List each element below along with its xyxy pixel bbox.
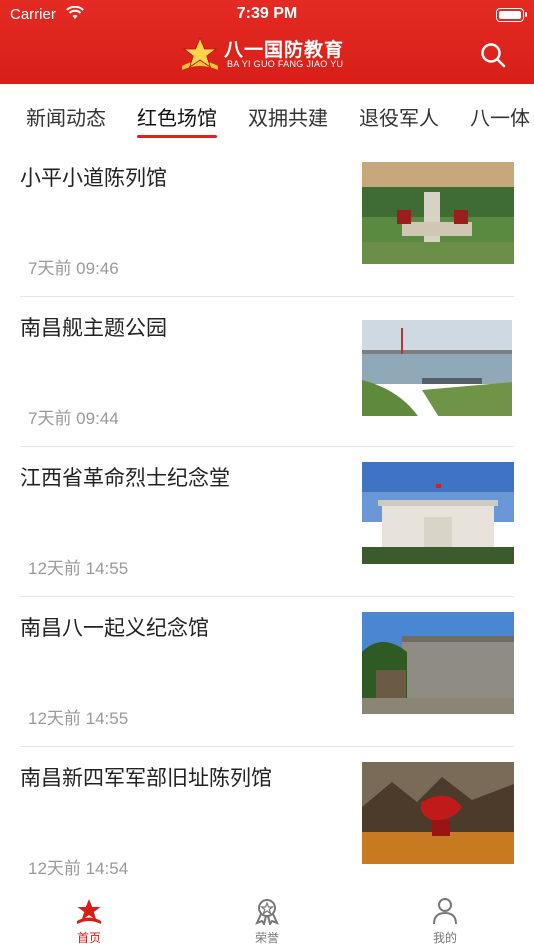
article-item[interactable]: 江西省革命烈士纪念堂 12天前 14:55 [20, 446, 514, 597]
medal-icon [255, 899, 279, 925]
article-time: 12天前 14:55 [28, 709, 129, 728]
article-item[interactable]: 南昌舰主题公园 7天前 09:44 [20, 296, 514, 447]
article-title: 南昌八一起义纪念馆 [20, 616, 209, 640]
article-title: 江西省革命烈士纪念堂 [20, 466, 230, 490]
article-title: 南昌舰主题公园 [20, 316, 167, 340]
tab-label: 首页 [76, 931, 101, 945]
tab-bayi-sports[interactable]: 八一体 [470, 102, 530, 131]
tab-label: 双拥共建 [248, 106, 328, 130]
logo-pinyin: BA YI GUO FANG JIAO YU [227, 59, 344, 69]
logo-title: 八一国防教育 [224, 39, 345, 61]
active-tab-indicator [137, 135, 217, 138]
article-thumbnail [362, 612, 514, 714]
article-time: 7天前 09:44 [28, 409, 119, 428]
app-header: Carrier 7:39 PM 八一国防教育 BA YI GUO FANG JI… [0, 0, 534, 84]
profile-icon [433, 898, 457, 925]
home-star-icon [77, 899, 101, 924]
tab-label: 荣誉 [254, 931, 279, 945]
tab-label: 新闻动态 [26, 106, 106, 130]
article-title: 小平小道陈列馆 [20, 166, 167, 190]
article-title: 南昌新四军军部旧址陈列馆 [20, 766, 272, 790]
article-thumbnail [362, 462, 514, 564]
battery-icon [496, 8, 527, 22]
article-thumbnail [362, 320, 512, 416]
bottom-tab-bar: 首页 荣誉 我的 [0, 885, 534, 950]
star-emblem-icon [182, 36, 218, 70]
tab-label: 退役军人 [359, 106, 439, 130]
category-tabs: 新闻动态 红色场馆 双拥共建 退役军人 八一体 [0, 84, 534, 146]
article-thumbnail [362, 162, 514, 264]
status-bar: Carrier 7:39 PM [0, 4, 534, 26]
article-time: 12天前 14:54 [28, 859, 129, 878]
tab-mine[interactable]: 我的 [415, 897, 475, 946]
article-item[interactable]: 南昌八一起义纪念馆 12天前 14:55 [20, 596, 514, 747]
tab-news[interactable]: 新闻动态 [26, 102, 106, 131]
tab-honor[interactable]: 荣誉 [237, 897, 297, 946]
article-thumbnail [362, 762, 514, 864]
tab-double-support[interactable]: 双拥共建 [248, 102, 328, 131]
article-item[interactable]: 南昌新四军军部旧址陈列馆 12天前 14:54 [20, 746, 514, 897]
tab-home[interactable]: 首页 [59, 897, 119, 946]
tab-red-venues[interactable]: 红色场馆 [137, 102, 217, 138]
tab-label: 八一体 [470, 106, 530, 130]
article-time: 12天前 14:55 [28, 559, 129, 578]
tab-label: 我的 [432, 931, 457, 945]
search-icon[interactable] [480, 42, 506, 68]
article-time: 7天前 09:46 [28, 259, 119, 278]
tab-label: 红色场馆 [137, 106, 217, 130]
clock: 7:39 PM [236, 5, 298, 22]
tab-veterans[interactable]: 退役军人 [359, 102, 439, 131]
article-item[interactable]: 小平小道陈列馆 7天前 09:46 [20, 146, 514, 297]
